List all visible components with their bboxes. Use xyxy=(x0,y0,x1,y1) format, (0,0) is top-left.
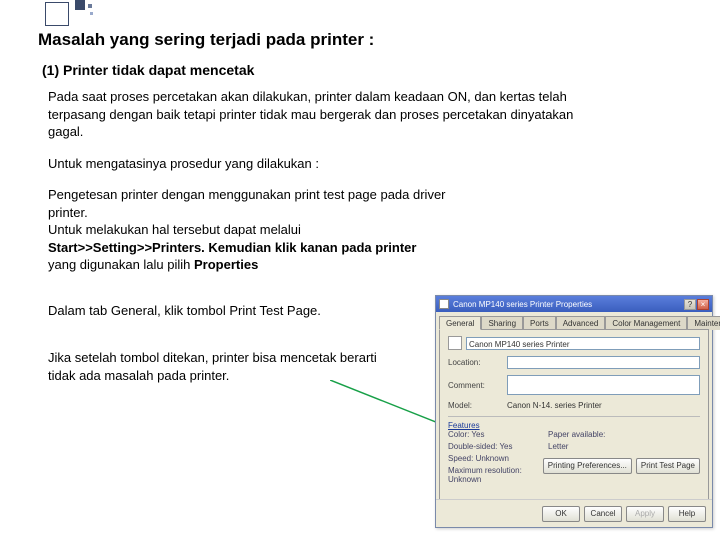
dialog-title: Canon MP140 series Printer Properties xyxy=(453,300,683,309)
ok-button[interactable]: OK xyxy=(542,506,580,522)
tab-ports[interactable]: Ports xyxy=(523,316,556,330)
dialog-button-bar: OK Cancel Apply Help xyxy=(436,499,712,527)
printing-preferences-button[interactable]: Printing Preferences... xyxy=(543,458,632,474)
tab-maintenance[interactable]: Maintenance xyxy=(687,316,720,330)
tab-color-management[interactable]: Color Management xyxy=(605,316,687,330)
location-field[interactable] xyxy=(507,356,700,369)
features-label: Features xyxy=(448,421,700,430)
printer-name-field[interactable]: Canon MP140 series Printer xyxy=(466,337,700,350)
print-test-page-button[interactable]: Print Test Page xyxy=(636,458,700,474)
printer-icon xyxy=(439,299,449,309)
slide-corner-decoration xyxy=(0,0,130,28)
tab-sharing[interactable]: Sharing xyxy=(481,316,523,330)
apply-button[interactable]: Apply xyxy=(626,506,664,522)
model-value: Canon N-14. series Printer xyxy=(507,401,602,410)
paragraph-procedure-intro: Untuk mengatasinya prosedur yang dilakuk… xyxy=(48,155,588,173)
tab-panel-general: Canon MP140 series Printer Location: Com… xyxy=(439,329,709,505)
comment-label: Comment: xyxy=(448,381,503,390)
dialog-tabs: General Sharing Ports Advanced Color Man… xyxy=(436,312,712,329)
tab-general[interactable]: General xyxy=(439,316,481,330)
help-window-button[interactable]: ? xyxy=(684,299,696,310)
info-color: Color: Yes xyxy=(448,430,548,439)
info-speed: Speed: Unknown xyxy=(448,454,548,463)
paragraph-print-test-instruction: Dalam tab General, klik tombol Print Tes… xyxy=(48,302,388,320)
paragraph-procedure-steps: Pengetesan printer dengan menggunakan pr… xyxy=(48,186,488,274)
help-button[interactable]: Help xyxy=(668,506,706,522)
page-title: Masalah yang sering terjadi pada printer… xyxy=(38,30,700,50)
printer-properties-dialog: Canon MP140 series Printer Properties ? … xyxy=(435,295,713,528)
comment-field[interactable] xyxy=(507,375,700,395)
location-label: Location: xyxy=(448,358,503,367)
info-resolution: Maximum resolution: Unknown xyxy=(448,466,548,484)
model-label: Model: xyxy=(448,401,503,410)
info-double-sided: Double-sided: Yes xyxy=(448,442,548,451)
info-paper-value: Letter xyxy=(548,442,568,451)
info-paper-label: Paper available: xyxy=(548,430,605,439)
close-window-button[interactable]: × xyxy=(697,299,709,310)
printer-large-icon xyxy=(448,336,462,350)
dialog-titlebar[interactable]: Canon MP140 series Printer Properties ? … xyxy=(436,296,712,312)
paragraph-result: Jika setelah tombol ditekan, printer bis… xyxy=(48,349,388,384)
tab-advanced[interactable]: Advanced xyxy=(556,316,606,330)
section-subheading: (1) Printer tidak dapat mencetak xyxy=(42,62,700,78)
paragraph-problem-description: Pada saat proses percetakan akan dilakuk… xyxy=(48,88,588,141)
cancel-button[interactable]: Cancel xyxy=(584,506,622,522)
